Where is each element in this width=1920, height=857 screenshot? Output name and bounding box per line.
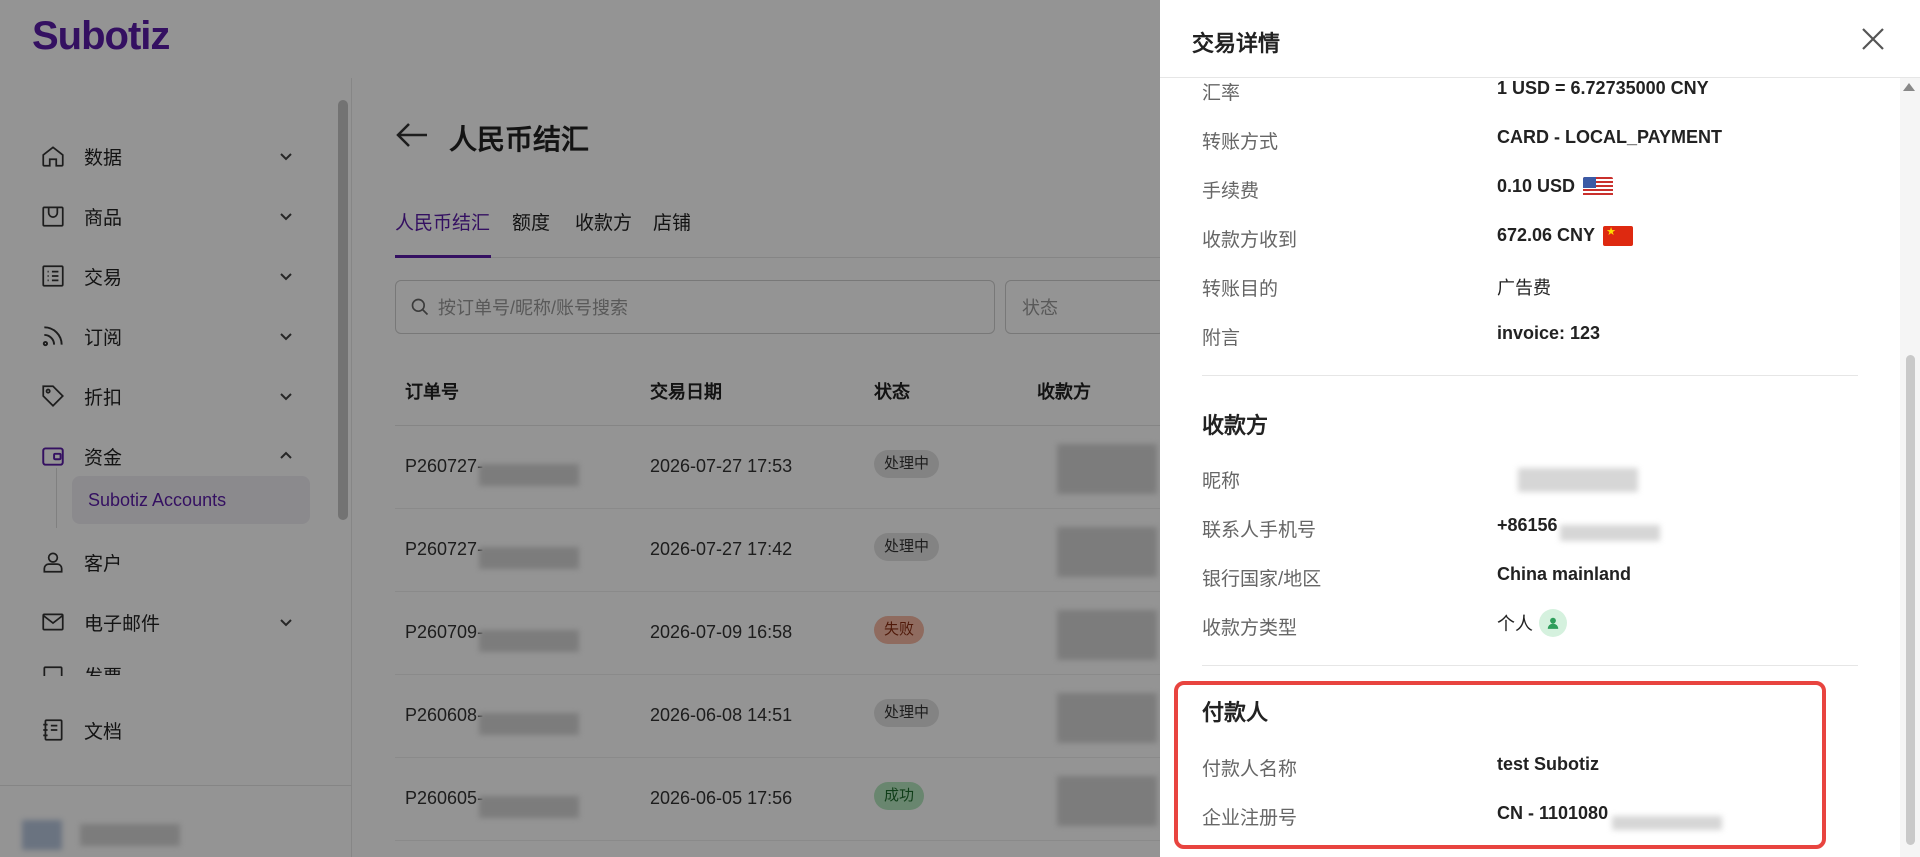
drawer-scrollbar-thumb[interactable] — [1906, 355, 1915, 845]
fee-amount: 0.10 USD — [1497, 176, 1576, 196]
drawer-header: 交易详情 — [1160, 0, 1920, 78]
field-label-transfer-method: 转账方式 — [1202, 132, 1279, 153]
field-value-exchange-rate: 1 USD = 6.72735000 CNY — [1497, 78, 1709, 98]
field-value-purpose: 广告费 — [1497, 278, 1551, 298]
field-label-bank-country: 银行国家/地区 — [1202, 569, 1322, 590]
section-divider — [1202, 375, 1858, 376]
modal-backdrop[interactable] — [0, 0, 1160, 857]
field-value-remark: invoice: 123 — [1497, 323, 1601, 343]
us-flag-icon — [1583, 176, 1614, 197]
field-label-purpose: 转账目的 — [1202, 279, 1279, 300]
field-value-payee-received: 672.06 CNY — [1497, 225, 1634, 246]
field-value-contact-phone: +86156 — [1497, 515, 1558, 535]
field-label-fee: 手续费 — [1202, 181, 1260, 202]
field-value-transfer-method: CARD - LOCAL_PAYMENT — [1497, 127, 1723, 147]
field-label-contact-phone: 联系人手机号 — [1202, 520, 1317, 541]
field-label-payee-received: 收款方收到 — [1202, 230, 1298, 251]
close-icon[interactable] — [1856, 22, 1890, 56]
nickname-redacted — [1518, 468, 1638, 492]
highlight-box — [1174, 681, 1826, 849]
section-title-payee: 收款方 — [1202, 413, 1269, 438]
field-label-remark: 附言 — [1202, 328, 1241, 349]
field-label-exchange-rate: 汇率 — [1202, 83, 1241, 104]
person-icon — [1539, 609, 1567, 637]
field-value-bank-country: China mainland — [1497, 564, 1632, 584]
scroll-up-arrow-icon[interactable] — [1902, 82, 1916, 92]
field-value-payee-type: 个人 — [1497, 609, 1567, 637]
section-divider — [1202, 665, 1858, 666]
payee-type-text: 个人 — [1497, 614, 1533, 634]
field-label-payee-type: 收款方类型 — [1202, 618, 1298, 639]
drawer-title: 交易详情 — [1192, 31, 1281, 56]
phone-redacted — [1560, 525, 1660, 541]
field-value-fee: 0.10 USD — [1497, 176, 1614, 197]
cn-flag-icon — [1603, 225, 1634, 246]
received-amount: 672.06 CNY — [1497, 225, 1596, 245]
field-label-nickname: 昵称 — [1202, 471, 1241, 492]
